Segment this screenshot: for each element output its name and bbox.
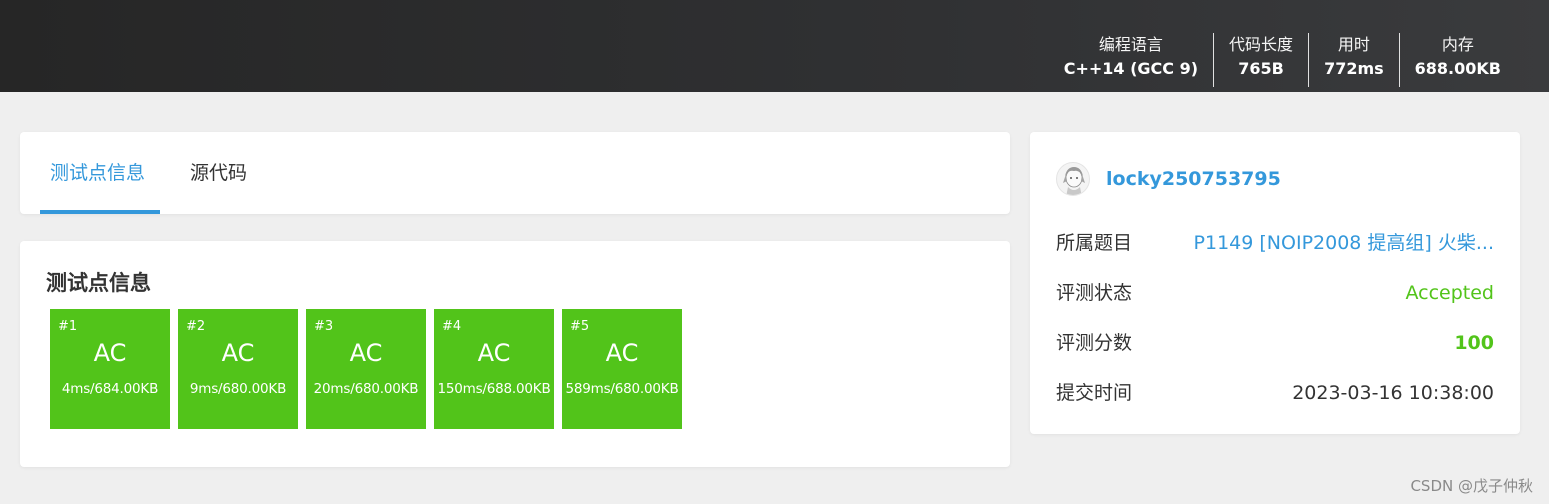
test-case-5[interactable]: #5 AC 589ms/680.00KB — [562, 309, 682, 429]
case-number: #1 — [58, 319, 78, 334]
avatar[interactable] — [1056, 162, 1090, 196]
case-status: AC — [221, 339, 255, 367]
info-label: 提交时间 — [1056, 382, 1133, 404]
case-detail: 589ms/680.00KB — [565, 381, 679, 397]
test-case-4[interactable]: #4 AC 150ms/688.00KB — [434, 309, 554, 429]
active-tab-indicator — [40, 210, 160, 214]
case-number: #3 — [314, 319, 334, 334]
case-status: AC — [93, 339, 127, 367]
test-case-2[interactable]: #2 AC 9ms/680.00KB — [178, 309, 298, 429]
stat-memory: 内存 688.00KB — [1398, 33, 1516, 87]
user-row: locky250753795 — [1056, 162, 1281, 196]
score-value: 100 — [1454, 332, 1494, 354]
stat-label: 用时 — [1337, 35, 1370, 54]
stat-value: 765B — [1238, 59, 1284, 78]
info-label: 评测分数 — [1056, 332, 1133, 354]
info-label: 所属题目 — [1056, 232, 1133, 254]
stat-label: 内存 — [1441, 35, 1474, 54]
stat-label: 代码长度 — [1229, 35, 1294, 54]
stat-time: 用时 772ms — [1308, 33, 1399, 87]
tab-source-code[interactable]: 源代码 — [190, 132, 247, 214]
test-case-3[interactable]: #3 AC 20ms/680.00KB — [306, 309, 426, 429]
case-status: AC — [477, 339, 511, 367]
info-label: 评测状态 — [1056, 282, 1133, 304]
username-link[interactable]: locky250753795 — [1106, 168, 1281, 190]
case-detail: 20ms/680.00KB — [313, 381, 419, 397]
case-status: AC — [605, 339, 639, 367]
stat-code-length: 代码长度 765B — [1213, 33, 1308, 87]
case-detail: 4ms/684.00KB — [61, 381, 159, 397]
stat-value: C++14 (GCC 9) — [1063, 59, 1199, 78]
submission-stats: 编程语言 C++14 (GCC 9) 代码长度 765B 用时 772ms 内存… — [1049, 33, 1516, 87]
stat-language: 编程语言 C++14 (GCC 9) — [1049, 33, 1213, 87]
avatar-icon — [1063, 167, 1085, 195]
stat-value: 688.00KB — [1414, 59, 1501, 78]
stat-label: 编程语言 — [1098, 35, 1163, 54]
case-number: #4 — [442, 319, 462, 334]
info-row-status: 评测状态 Accepted — [1056, 278, 1494, 308]
info-row-problem: 所属题目 P1149 [NOIP2008 提高组] 火柴... — [1056, 228, 1494, 258]
stat-value: 772ms — [1324, 59, 1384, 78]
test-cases-card: 测试点信息 #1 AC 4ms/684.00KB #2 AC 9ms/680.0… — [20, 241, 1010, 467]
watermark: CSDN @戊子仲秋 — [1410, 477, 1533, 495]
info-row-submit-time: 提交时间 2023-03-16 10:38:00 — [1056, 378, 1494, 408]
case-number: #2 — [186, 319, 206, 334]
case-status: AC — [349, 339, 383, 367]
case-detail: 9ms/680.00KB — [189, 381, 287, 397]
section-title: 测试点信息 — [46, 271, 151, 295]
submission-header: 编程语言 C++14 (GCC 9) 代码长度 765B 用时 772ms 内存… — [0, 0, 1549, 92]
tab-test-cases[interactable]: 测试点信息 — [50, 132, 145, 214]
problem-link[interactable]: P1149 [NOIP2008 提高组] 火柴... — [1194, 228, 1494, 258]
submit-time-value: 2023-03-16 10:38:00 — [1292, 382, 1494, 404]
status-badge: Accepted — [1405, 282, 1494, 304]
case-number: #5 — [570, 319, 590, 334]
submission-info-card: locky250753795 所属题目 P1149 [NOIP2008 提高组]… — [1030, 132, 1520, 434]
test-case-1[interactable]: #1 AC 4ms/684.00KB — [50, 309, 170, 429]
tabs-card: 测试点信息 源代码 — [20, 132, 1010, 214]
info-row-score: 评测分数 100 — [1056, 328, 1494, 358]
case-detail: 150ms/688.00KB — [437, 381, 551, 397]
